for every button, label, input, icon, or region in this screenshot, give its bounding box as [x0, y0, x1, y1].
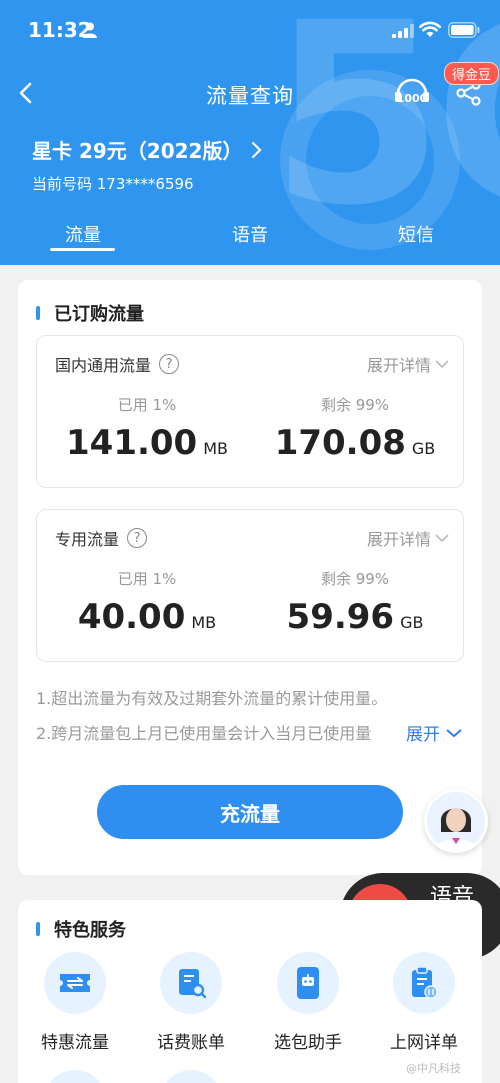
- service-icon-partial[interactable]: [44, 1070, 106, 1083]
- note-line-1: 1.超出流量为有效及过期套外流量的累计使用量。: [36, 689, 388, 708]
- clipboard-icon: [393, 952, 455, 1014]
- service-label: 选包助手: [274, 1033, 342, 1053]
- chevron-down-icon: [446, 728, 462, 737]
- section-accent-bar: [36, 306, 40, 320]
- domestic-data-label: 国内通用流量 ?: [55, 352, 180, 376]
- remaining-amount: 59.96 GB: [255, 597, 455, 637]
- remaining-value: 59.96: [286, 597, 395, 637]
- dedicated-data-box: 专用流量 ? 展开详情 已用 1% 40.00 MB 剩余 99% 59.96 GB: [36, 509, 464, 662]
- notes-expand-label: 展开: [406, 725, 440, 745]
- status-bar: 11:32: [0, 0, 500, 60]
- used-percent-label: 已用 1%: [117, 396, 177, 414]
- svg-text:1000: 1000: [397, 92, 428, 105]
- active-tab-indicator: [50, 248, 115, 251]
- tab-sms[interactable]: 短信: [376, 221, 456, 247]
- tab-voice[interactable]: 语音: [210, 221, 290, 247]
- subscribed-data-card: 已订购流量 国内通用流量 ? 展开详情 已用 1% 141.00 MB 剩余 99…: [18, 280, 482, 875]
- tab-data[interactable]: 流量: [43, 221, 123, 247]
- used-percent-label: 已用 1%: [117, 570, 177, 588]
- header: 5G 11:32 流量查询: [0, 0, 500, 265]
- used-value: 141.00: [66, 423, 198, 463]
- used-amount: 141.00 MB: [47, 423, 247, 463]
- chevron-down-icon: [435, 534, 449, 543]
- dedicated-data-label: 专用流量 ?: [55, 526, 148, 550]
- watermark: @中凡科技: [406, 1062, 461, 1075]
- dedicated-used: 已用 1% 40.00 MB: [47, 568, 247, 637]
- service-package-assistant[interactable]: 选包助手: [258, 952, 358, 1053]
- domestic-expand-details[interactable]: 展开详情: [367, 352, 449, 376]
- remaining-percent-label: 剩余 99%: [320, 396, 390, 414]
- section-title-services: 特色服务: [36, 916, 126, 942]
- current-phone-number: 当前号码 173****6596: [32, 175, 194, 193]
- plan-name: 星卡 29元（2022版）: [32, 139, 243, 163]
- customer-service-10000-icon[interactable]: 1000: [392, 76, 432, 110]
- used-amount: 40.00 MB: [47, 597, 247, 637]
- plan-selector[interactable]: 星卡 29元（2022版）: [32, 135, 264, 164]
- service-bill[interactable]: 话费账单: [141, 952, 241, 1053]
- signal-icon: [392, 24, 414, 38]
- section-title-text: 特色服务: [54, 920, 126, 941]
- dedicated-data-label-text: 专用流量: [55, 530, 120, 549]
- domestic-used: 已用 1% 141.00 MB: [47, 394, 247, 463]
- battery-icon: [448, 22, 480, 38]
- remaining-unit: GB: [411, 439, 436, 458]
- wifi-icon: [419, 21, 441, 37]
- section-title-text: 已订购流量: [54, 304, 144, 325]
- expand-details-label: 展开详情: [366, 356, 431, 375]
- phone-robot-icon: [277, 952, 339, 1014]
- assistant-portrait-icon: [427, 792, 485, 850]
- domestic-remaining: 剩余 99% 170.08 GB: [255, 394, 455, 463]
- domestic-data-label-text: 国内通用流量: [55, 356, 152, 375]
- service-discount-data[interactable]: 特惠流量: [25, 952, 125, 1053]
- dedicated-remaining: 剩余 99% 59.96 GB: [255, 568, 455, 637]
- domestic-data-box: 国内通用流量 ? 展开详情 已用 1% 141.00 MB 剩余 99% 170.…: [36, 335, 464, 488]
- section-accent-bar: [36, 922, 40, 936]
- bill-search-icon: [160, 952, 222, 1014]
- nav-bar: 流量查询 1000: [0, 62, 500, 122]
- used-unit: MB: [203, 439, 228, 458]
- service-label: 特惠流量: [41, 1033, 109, 1053]
- service-label: 上网详单: [390, 1033, 458, 1053]
- service-label: 话费账单: [157, 1033, 225, 1053]
- used-value: 40.00: [77, 597, 186, 637]
- assistant-avatar[interactable]: [424, 789, 488, 853]
- remaining-amount: 170.08 GB: [255, 423, 455, 463]
- remaining-percent-label: 剩余 99%: [320, 570, 390, 588]
- chevron-right-icon: [252, 141, 263, 158]
- notes-expand-button[interactable]: 展开: [406, 720, 462, 745]
- note-line-2: 2.跨月流量包上月已使用量会计入当月已使用量: [36, 724, 372, 743]
- help-icon[interactable]: ?: [127, 528, 148, 548]
- help-icon[interactable]: ?: [159, 354, 180, 374]
- tab-bar: 流量 语音 短信: [0, 215, 500, 265]
- section-title-subscribed: 已订购流量: [36, 300, 144, 326]
- featured-services-card: 特色服务 特惠流量 话费账单 选包助手 上网详单: [18, 900, 482, 1083]
- service-icon-partial[interactable]: [160, 1070, 222, 1083]
- chevron-down-icon: [435, 360, 449, 369]
- person-icon: [83, 22, 97, 38]
- coin-reward-badge[interactable]: 得金豆: [444, 62, 500, 85]
- remaining-unit: GB: [400, 613, 424, 632]
- remaining-value: 170.08: [274, 423, 406, 463]
- ticket-icon: [44, 952, 106, 1014]
- recharge-data-button[interactable]: 充流量: [97, 785, 403, 839]
- dedicated-expand-details[interactable]: 展开详情: [367, 526, 449, 550]
- service-usage-details[interactable]: 上网详单: [374, 952, 474, 1053]
- used-unit: MB: [191, 613, 217, 632]
- expand-details-label: 展开详情: [366, 530, 431, 549]
